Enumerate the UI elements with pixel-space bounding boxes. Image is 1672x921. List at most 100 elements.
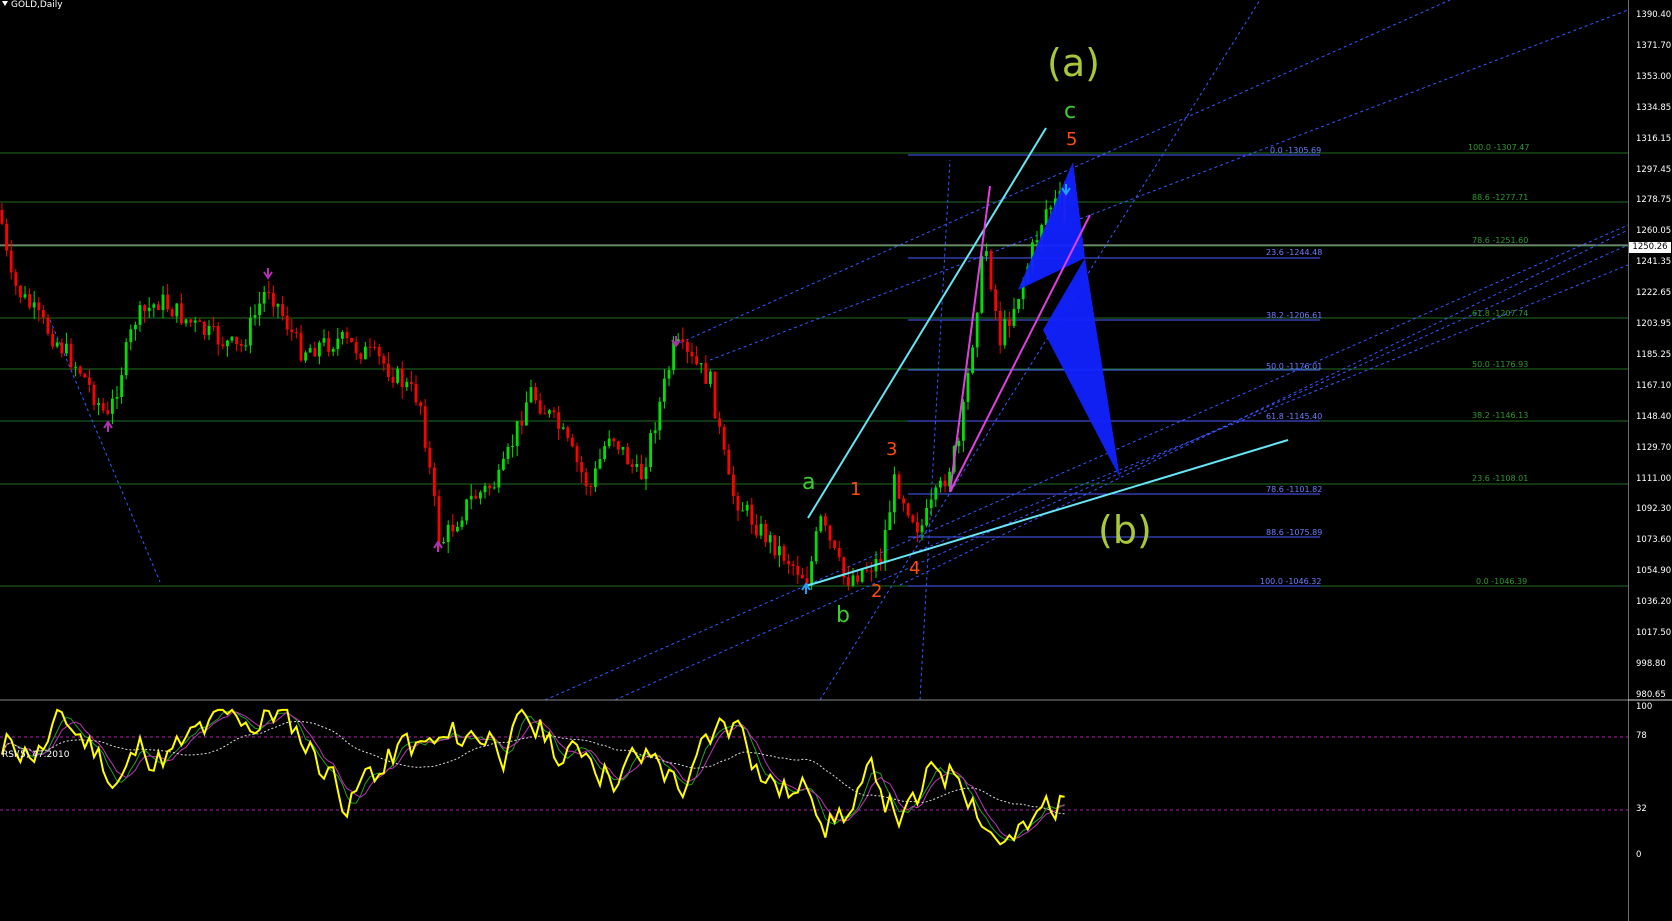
candle-body [331, 348, 335, 352]
candle-body [768, 535, 772, 543]
candle-body [451, 524, 455, 532]
candle-body [934, 487, 938, 500]
candle-body [272, 292, 275, 307]
candle-body [883, 529, 887, 563]
candle-body [584, 472, 588, 487]
price-tick: 1167.10 [1636, 380, 1672, 391]
candle-body [419, 402, 422, 407]
candle-body [598, 459, 602, 469]
candle-body [359, 353, 363, 360]
candle-body [998, 310, 1002, 346]
candle-body [1035, 240, 1039, 243]
candle-body [368, 346, 372, 348]
rsi-moving-average [1, 721, 1065, 815]
candle-body [318, 342, 321, 357]
candle-body [469, 495, 473, 500]
candle-body [975, 312, 979, 348]
candle-body [515, 421, 519, 446]
magenta-line-1 [949, 185, 991, 493]
candle-body [235, 336, 238, 344]
candle-body [345, 332, 349, 339]
candle-body [626, 446, 629, 465]
candle-body [741, 510, 744, 512]
channel-line [709, 9, 1628, 361]
candle-body [184, 319, 188, 324]
candle-body [709, 371, 712, 384]
fib-green-886: 88.6 -1277.71 [1472, 193, 1529, 202]
candle-body [189, 319, 192, 323]
candle-body [350, 338, 353, 343]
candle-body [580, 462, 583, 473]
candle-body [722, 426, 726, 450]
candle-body [258, 303, 261, 316]
candle-body [782, 546, 786, 561]
harmonic-pattern-lower [1043, 258, 1120, 478]
chart-window[interactable]: GOLD,Daily RSI(5) 47.2010 1390.40 1371.70… [0, 0, 1672, 921]
candle-body [630, 464, 634, 467]
price-chart[interactable] [0, 0, 1628, 700]
candle-body [138, 305, 142, 325]
candle-body [101, 403, 105, 411]
candle-body [221, 344, 225, 347]
rsi-level-100: 100 [1636, 702, 1653, 712]
candle-body [170, 309, 174, 317]
candle-body [1012, 308, 1016, 326]
candle-body [773, 535, 777, 556]
candle-body [819, 516, 823, 532]
price-tick: 1390.40 [1636, 10, 1672, 20]
rsi-signal-magenta [1, 711, 1065, 840]
candle-body [336, 338, 340, 349]
candle-body [92, 384, 96, 406]
candle-body [387, 363, 390, 377]
price-tick: 1148.40 [1636, 411, 1672, 422]
candle-body [787, 560, 790, 565]
candle-body [161, 294, 165, 310]
rsi-signal-green [1, 710, 1065, 841]
candle-body [42, 310, 45, 318]
candle-body [295, 332, 298, 334]
candle-body [571, 437, 574, 447]
candle-body [525, 402, 528, 426]
candle-body [906, 503, 910, 516]
candle-body [78, 366, 82, 374]
candle-body [276, 303, 280, 307]
candle-body [557, 412, 560, 429]
fib-green-100: 100.0 -1307.47 [1468, 143, 1530, 152]
trend-line-lower [805, 439, 1289, 587]
candle-body [989, 251, 993, 290]
candle-body [32, 302, 36, 308]
candle-body [97, 403, 100, 406]
candle-body [856, 575, 859, 582]
candle-body [152, 304, 156, 308]
candle-body [635, 464, 639, 467]
candle-body [1003, 319, 1007, 346]
candle-body [134, 324, 137, 330]
candle-body [860, 569, 864, 582]
candle-body [299, 332, 303, 361]
candle-body [230, 336, 234, 341]
candle-body [607, 438, 611, 447]
candle-body [902, 498, 905, 504]
candle-body [589, 486, 593, 488]
channel-line [49, 319, 161, 583]
candle-body [704, 363, 708, 384]
candle-body [106, 410, 110, 414]
candle-body [966, 372, 970, 402]
candle-body [51, 333, 54, 347]
wave-label-c: c [1064, 99, 1077, 124]
candle-body [667, 370, 671, 379]
candle-body [690, 351, 694, 357]
candle-body [727, 449, 731, 475]
candle-body [502, 458, 505, 470]
candle-body [479, 492, 482, 499]
wave-label-5: 5 [1066, 129, 1078, 150]
candle-body [962, 401, 965, 441]
candle-body [0, 210, 4, 224]
fib-green-50: 50.0 -1176.93 [1472, 360, 1529, 369]
candle-body [400, 368, 404, 388]
price-tick: 1353.00 [1636, 71, 1672, 82]
candle-body [879, 559, 882, 563]
candle-body [745, 504, 749, 511]
candle-body [262, 291, 266, 304]
price-tick: 1092.30 [1636, 504, 1672, 515]
